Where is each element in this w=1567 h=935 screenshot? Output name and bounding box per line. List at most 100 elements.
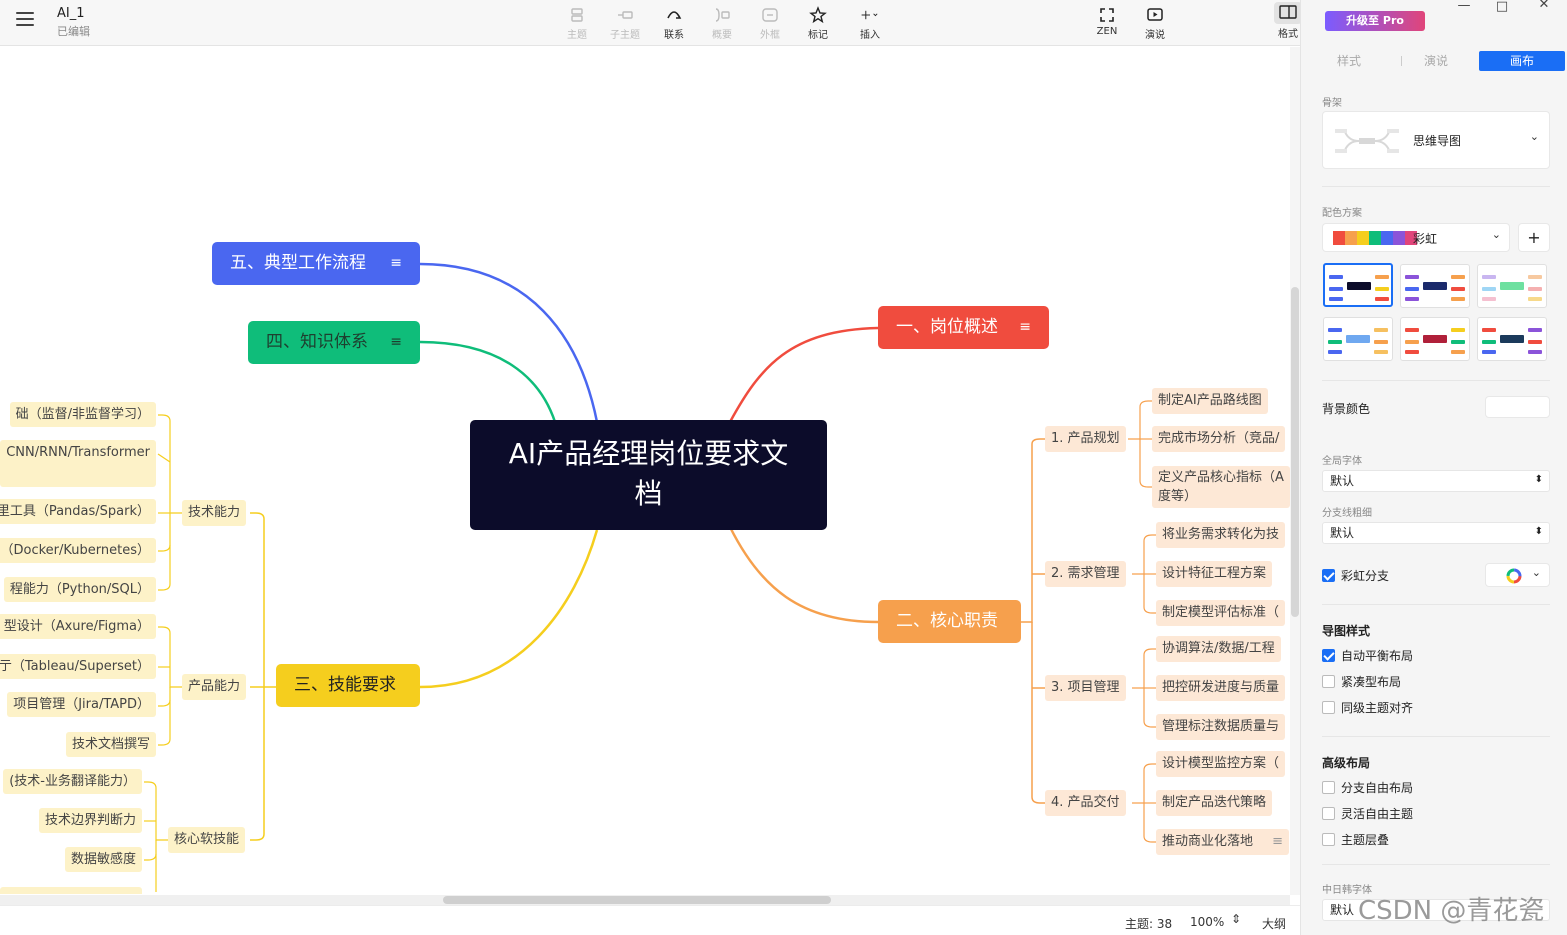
branch-width-select[interactable]: 默认 ⬍ [1322,522,1550,544]
list-item[interactable]: 完成市场分析（竞品/ [1152,426,1286,452]
branch-core-duties-label: 二、核心职责 [896,611,998,631]
summary-button[interactable]: 概要 [700,4,744,42]
list-item[interactable]: 协调算法/数据/工程 [1156,636,1281,662]
free-branch-label: 分支自由布局 [1341,781,1414,795]
boundary-button[interactable]: 外框 [748,4,792,42]
list-item[interactable]: 定义产品核心指标（A 度等） [1152,466,1290,508]
auto-balance-checkbox[interactable]: 自动平衡布局 [1322,648,1413,664]
note-icon[interactable]: ≡ [390,242,402,285]
list-item[interactable] [0,887,142,894]
theme-thumbnail[interactable] [1400,264,1470,308]
free-topic-checkbox[interactable]: 灵活自由主题 [1322,806,1413,822]
list-item[interactable]: (技术-业务翻译能力） [3,769,142,794]
mindmap-canvas[interactable]: AI产品经理岗位要求文 档 一、岗位概述 ≡ 二、核心职责 三、技能要求 四、知… [0,47,1290,894]
relation-button[interactable]: 联系 [652,4,696,42]
topic-overlap-checkbox[interactable]: 主题层叠 [1322,832,1389,848]
branch-core-duties[interactable]: 二、核心职责 [878,600,1021,643]
maximize-icon[interactable]: □ [1487,0,1517,14]
list-item[interactable]: 制定产品迭代策略 [1156,790,1273,816]
subtopic-tech-skills[interactable]: 技术能力 [182,500,247,526]
chevron-down-icon: ⌄ [1491,228,1501,241]
theme-thumbnail[interactable] [1477,264,1547,308]
central-topic[interactable]: AI产品经理岗位要求文 档 [470,420,827,530]
theme-thumbnail[interactable] [1477,317,1547,361]
note-icon[interactable]: ≡ [1019,306,1031,349]
topic-button[interactable]: 主题 [555,4,599,42]
zen-button[interactable]: ZEN [1085,4,1129,42]
tab-style[interactable]: 样式 [1309,51,1389,71]
align-topics-checkbox[interactable]: 同级主题对齐 [1322,700,1413,716]
subtopic-delivery[interactable]: 4. 产品交付 [1045,790,1126,816]
subtopic-planning[interactable]: 1. 产品规划 [1045,426,1126,452]
list-item[interactable]: 技术边界判断力 [38,808,142,833]
play-icon [1133,4,1177,24]
list-item[interactable]: 里工具（Pandas/Spark） [0,499,156,524]
horizontal-scroll-thumb[interactable] [443,896,831,904]
bg-color-picker[interactable] [1485,396,1550,418]
checkbox-unchecked[interactable] [1322,675,1335,688]
theme-thumbnail[interactable] [1323,263,1393,307]
list-item[interactable]: 型设计（Axure/Figma） [0,614,156,639]
close-icon[interactable]: ✕ [1529,0,1559,12]
upgrade-pro-button[interactable]: 升级至 Pro [1325,11,1425,31]
theme-thumbnail[interactable] [1323,317,1393,361]
branch-overview[interactable]: 一、岗位概述 ≡ [878,306,1049,349]
global-font-select[interactable]: 默认 ⬍ [1322,470,1550,492]
checkbox-unchecked[interactable] [1322,701,1335,714]
zoom-level[interactable]: 100% [1190,915,1224,929]
branch-color-picker[interactable]: ⌄ [1485,563,1550,587]
list-item[interactable]: 础（监督/非监督学习） [9,402,156,427]
present-button[interactable]: 演说 [1133,4,1177,42]
outline-toggle[interactable]: 大纲 [1262,915,1286,932]
skeleton-select[interactable]: 思维导图 ⌄ [1322,111,1550,169]
color-scheme-select[interactable]: 彩虹 ⌄ [1322,223,1510,252]
global-font-label: 全局字体 [1322,456,1362,467]
list-item[interactable]: 管理标注数据质量与 [1156,714,1286,740]
list-item[interactable]: 制定模型评估标准（ [1156,600,1286,626]
marker-button[interactable]: 标记 [796,4,840,42]
checkbox-unchecked[interactable] [1322,781,1335,794]
list-item[interactable]: 设计模型监控方案（ [1156,751,1286,777]
checkbox-checked[interactable] [1322,649,1335,662]
list-item[interactable]: （Docker/Kubernetes） [0,538,156,563]
rainbow-branch-checkbox[interactable]: 彩虹分支 [1322,568,1389,584]
add-scheme-button[interactable]: + [1518,223,1550,252]
list-item[interactable]: 技术文档撰写 [65,732,156,757]
list-item[interactable]: 亍（Tableau/Superset） [0,654,156,679]
insert-button[interactable]: 插入 [848,4,892,42]
list-item[interactable]: 推动商业化落地 ≡ [1156,829,1289,855]
subtopic-product-skills[interactable]: 产品能力 [182,674,247,700]
list-item[interactable]: 数据敏感度 [64,847,142,872]
list-item[interactable]: 制定AI产品路线图 [1152,388,1268,414]
free-branch-checkbox[interactable]: 分支自由布局 [1322,780,1413,796]
subtopic-soft-skills[interactable]: 核心软技能 [168,827,246,853]
note-icon[interactable]: ≡ [390,321,402,364]
checkbox-unchecked[interactable] [1322,807,1335,820]
list-item[interactable]: 将业务需求转化为技 [1156,522,1286,548]
branch-workflow[interactable]: 五、典型工作流程 ≡ [212,242,420,285]
checkbox-unchecked[interactable] [1322,833,1335,846]
list-item[interactable]: 设计特征工程方案 [1156,561,1273,587]
note-icon[interactable]: ≡ [1272,829,1283,855]
vertical-scroll-thumb[interactable] [1291,287,1299,617]
compact-layout-checkbox[interactable]: 紧凑型布局 [1322,674,1401,690]
list-item[interactable]: 项目管理（Jira/TAPD） [7,692,156,717]
branch-knowledge[interactable]: 四、知识体系 ≡ [248,321,420,364]
horizontal-scrollbar[interactable] [0,895,1290,905]
subtopic-button[interactable]: 子主题 [603,4,647,42]
menu-icon[interactable] [16,12,34,28]
doc-title[interactable]: AI_1 [57,6,85,21]
zoom-stepper-icon[interactable]: ⇕ [1231,912,1241,926]
subtopic-requirements[interactable]: 2. 需求管理 [1045,561,1126,587]
checkbox-checked[interactable] [1322,569,1335,582]
tab-present[interactable]: 演说 [1396,51,1476,71]
list-item[interactable]: 把控研发进度与质量 [1156,675,1286,701]
minimize-icon[interactable]: — [1449,0,1479,13]
list-item[interactable]: CNN/RNN/Transformer [0,440,156,487]
subtopic-project[interactable]: 3. 项目管理 [1045,675,1126,701]
theme-thumbnail[interactable] [1400,317,1470,361]
list-item[interactable]: 程能力（Python/SQL） [3,577,156,602]
vertical-scrollbar[interactable] [1290,47,1300,895]
tab-canvas[interactable]: 画布 [1479,51,1565,71]
branch-skills[interactable]: 三、技能要求 [276,664,420,707]
